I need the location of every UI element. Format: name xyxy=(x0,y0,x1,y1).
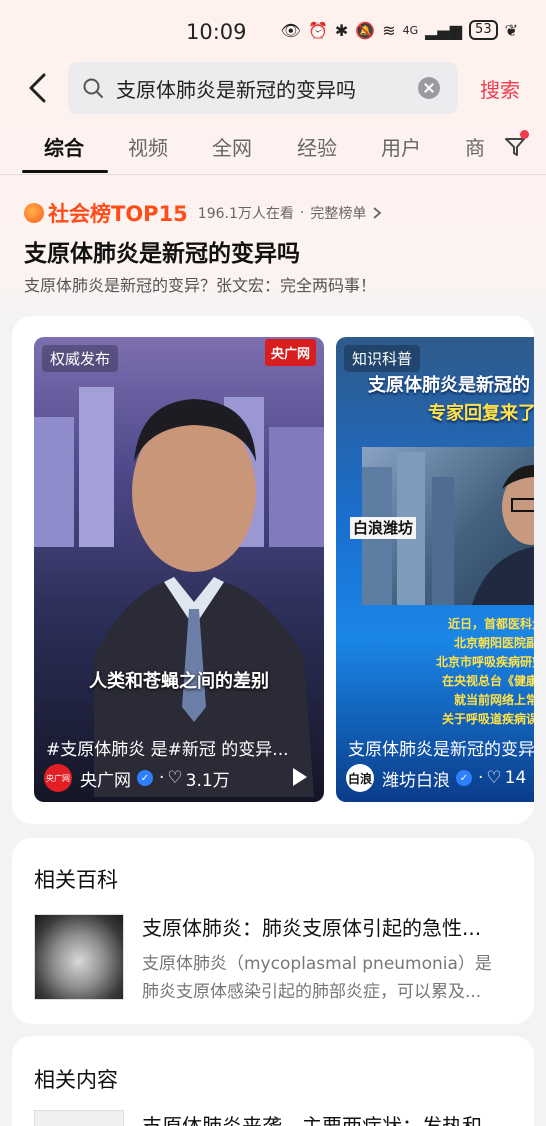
video-carousel: 权威发布 央广网 人类和苍蝇之间的差别 #支原体肺炎 是#新冠 的变异... 央… xyxy=(12,316,534,824)
tab-web[interactable]: 全网 xyxy=(212,132,252,161)
status-icons: 👁 ⏰ ✱ 🔕 ≋ 4G ▂▄▆ 53 ❦ xyxy=(281,20,518,40)
active-tab-indicator xyxy=(22,170,108,173)
heart-icon: ♡ xyxy=(167,768,183,788)
wifi-icon: ≋ xyxy=(382,20,396,40)
video-card[interactable]: 权威发布 央广网 人类和苍蝇之间的差别 #支原体肺炎 是#新冠 的变异... 央… xyxy=(34,337,324,802)
fire-icon xyxy=(24,203,44,223)
video-title[interactable]: 支原体肺炎是新冠的变异 xyxy=(348,735,534,760)
baike-section-title: 相关百科 xyxy=(34,868,118,892)
baike-desc-line: 支原体肺炎（mycoplasmal pneumonia）是 xyxy=(142,954,492,974)
rank-separator: · xyxy=(299,205,305,221)
baike-panel[interactable]: 相关百科 支原体肺炎：肺炎支原体引起的急性... 支原体肺炎（mycoplasm… xyxy=(12,838,534,1024)
video-meta: 白浪 潍坊白浪 ✓ · ♡ 14 xyxy=(346,764,527,792)
video-caption: 人类和苍蝇之间的差别 xyxy=(89,671,269,692)
tab-users[interactable]: 用户 xyxy=(381,132,421,161)
tab-video[interactable]: 视频 xyxy=(128,132,168,161)
hot-rank-row[interactable]: 社会榜TOP15 196.1万人在看 · 完整榜单 xyxy=(24,198,384,228)
play-icon[interactable] xyxy=(292,767,308,787)
video-subtitle-lines: 近日，首都医科大学附 北京朝阳医院副院长 北京市呼吸疾病研究所所长 在央视总台《… xyxy=(378,615,534,729)
speaker-image xyxy=(94,399,314,797)
topic-title[interactable]: 支原体肺炎是新冠的变异吗 xyxy=(24,234,300,268)
tab-experience[interactable]: 经验 xyxy=(297,132,337,161)
tab-divider xyxy=(0,174,546,175)
topic-subtitle[interactable]: 支原体肺炎是新冠的变异？张文宏：完全两码事！ xyxy=(24,272,376,296)
signal-icon: ▂▄▆ xyxy=(425,20,463,40)
author-avatar[interactable]: 央广网 xyxy=(44,764,72,792)
mute-icon: 🔕 xyxy=(355,20,376,40)
video-tag: 权威发布 xyxy=(42,345,119,372)
author-avatar[interactable]: 白浪 xyxy=(346,764,374,792)
rank-label: 社会榜TOP15 xyxy=(48,202,188,226)
subtitle-line: 在央视总台《健康中国》 xyxy=(441,674,534,688)
related-section-title: 相关内容 xyxy=(34,1068,118,1092)
chevron-right-icon xyxy=(373,207,382,219)
alarm-icon: ⏰ xyxy=(307,20,328,40)
status-time: 10:09 xyxy=(186,20,247,44)
viewer-count: 196.1万人在看 xyxy=(197,206,294,222)
notification-dot xyxy=(520,130,529,139)
meta-separator: · xyxy=(478,768,484,788)
baike-desc-line: 肺炎支原体感染引起的肺部炎症，可以累及... xyxy=(142,982,482,1002)
video-headline-2: 专家回复来了 xyxy=(428,403,534,424)
subtitle-line: 就当前网络上常见的 xyxy=(453,693,534,707)
bluetooth-icon: ✱ xyxy=(334,20,349,40)
author-name[interactable]: 潍坊白浪 xyxy=(382,766,450,791)
tab-comprehensive[interactable]: 综合 xyxy=(44,132,84,161)
network-label: 4G xyxy=(402,23,419,37)
meta-separator: · xyxy=(159,768,165,788)
search-query[interactable]: 支原体肺炎是新冠的变异吗 xyxy=(116,74,418,103)
heart-icon: ♡ xyxy=(486,768,502,788)
like-count: 3.1万 xyxy=(185,770,230,791)
baike-description: 支原体肺炎（mycoplasmal pneumonia）是 肺炎支原体感染引起的… xyxy=(142,950,512,1006)
video-card[interactable]: 知识科普 支原体肺炎是新冠的 专家回复来了 白浪潍坊 近日，首都医科大学附 北京… xyxy=(336,337,534,802)
tab-bar: 综合 视频 全网 经验 用户 商 xyxy=(0,128,546,174)
search-button[interactable]: 搜索 xyxy=(480,74,520,103)
video-meta: 央广网 央广网 ✓ · ♡ 3.1万 xyxy=(44,764,230,792)
watermark-stamp: 白浪潍坊 xyxy=(350,517,417,539)
subtitle-line: 北京市呼吸疾病研究所所长 xyxy=(435,655,534,669)
related-thumbnail xyxy=(34,1110,124,1126)
search-input[interactable]: 支原体肺炎是新冠的变异吗 xyxy=(68,62,458,114)
full-list-link[interactable]: 完整榜单 xyxy=(310,203,366,223)
leaf-icon: ❦ xyxy=(504,20,518,40)
subtitle-line: 关于呼吸道疾病误区进行 xyxy=(441,712,534,726)
baike-item-title[interactable]: 支原体肺炎：肺炎支原体引起的急性... xyxy=(142,912,512,941)
eye-icon: 👁 xyxy=(280,20,301,40)
verified-icon: ✓ xyxy=(456,770,472,786)
video-headline: 支原体肺炎是新冠的 xyxy=(368,375,530,396)
video-tag: 知识科普 xyxy=(344,345,421,372)
clear-icon[interactable] xyxy=(418,77,440,99)
verified-icon: ✓ xyxy=(137,770,153,786)
subtitle-line: 北京朝阳医院副院长 xyxy=(453,636,534,650)
video-title[interactable]: #支原体肺炎 是#新冠 的变异... xyxy=(46,735,289,760)
author-name[interactable]: 央广网 xyxy=(80,766,131,791)
back-arrow-icon[interactable] xyxy=(22,70,58,106)
related-item-title[interactable]: 支原体肺炎来袭，主要两症状：发热和 xyxy=(142,1110,522,1126)
subtitle-line: 近日，首都医科大学附 xyxy=(447,617,534,631)
baike-thumbnail xyxy=(34,914,124,1000)
related-panel[interactable]: 相关内容 支原体肺炎来袭，主要两症状：发热和 xyxy=(12,1036,534,1126)
brand-badge: 央广网 xyxy=(264,339,316,366)
battery-indicator: 53 xyxy=(469,20,498,40)
like-count: 14 xyxy=(504,768,527,788)
status-bar: 10:09 👁 ⏰ ✱ 🔕 ≋ 4G ▂▄▆ 53 ❦ xyxy=(0,0,546,62)
search-icon xyxy=(83,78,103,98)
tab-shop[interactable]: 商 xyxy=(465,132,485,161)
